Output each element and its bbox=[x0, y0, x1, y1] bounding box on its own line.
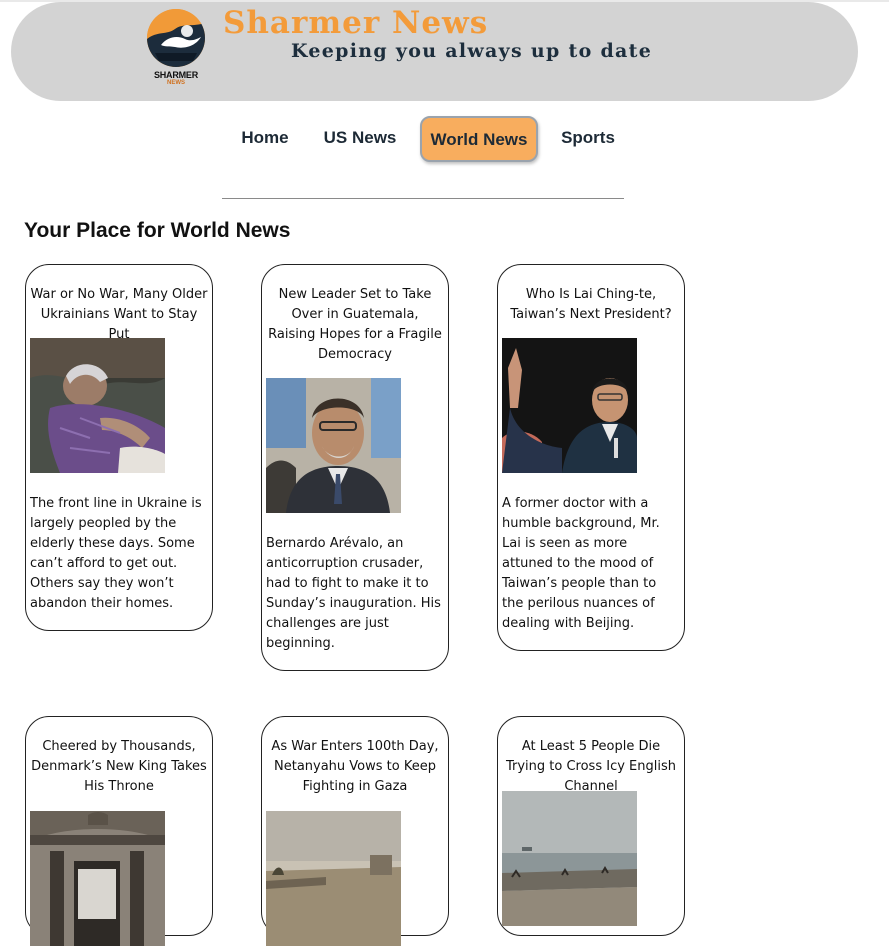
article-description: A former doctor with a humble background… bbox=[502, 496, 660, 631]
article-card[interactable]: Who Is Lai Ching-te, Taiwan’s Next Presi… bbox=[497, 264, 685, 651]
site-header: SHARMER NEWS Sharmer News Keeping you al… bbox=[11, 2, 858, 101]
section-title: Your Place for World News bbox=[24, 219, 291, 242]
article-card[interactable]: At Least 5 People Die Trying to Cross Ic… bbox=[497, 716, 685, 936]
nav-us-news-link[interactable]: US News bbox=[318, 116, 402, 158]
article-image[interactable] bbox=[30, 338, 165, 473]
article-title[interactable]: Who Is Lai Ching-te, Taiwan’s Next Presi… bbox=[502, 285, 680, 325]
lai-ching-te-waving-photo bbox=[502, 338, 637, 473]
article-card[interactable]: New Leader Set to Take Over in Guatemala… bbox=[261, 264, 449, 671]
article-title[interactable]: Cheered by Thousands, Denmark’s New King… bbox=[30, 737, 208, 797]
article-title[interactable]: New Leader Set to Take Over in Guatemala… bbox=[266, 285, 444, 365]
logo-emblem-icon bbox=[147, 9, 205, 67]
site-title: Sharmer News bbox=[223, 5, 489, 41]
article-image[interactable] bbox=[502, 338, 637, 473]
logo-subtext: NEWS bbox=[167, 80, 185, 86]
site-logo[interactable]: SHARMER NEWS bbox=[145, 9, 207, 89]
palace-balcony-photo bbox=[30, 811, 165, 946]
nav-home-link[interactable]: Home bbox=[230, 116, 300, 158]
article-description: The front line in Ukraine is largely peo… bbox=[30, 496, 202, 611]
article-title[interactable]: War or No War, Many Older Ukrainians Wan… bbox=[30, 285, 208, 345]
article-image[interactable] bbox=[266, 811, 401, 946]
gaza-skyline-photo bbox=[266, 811, 401, 946]
article-description: Bernardo Arévalo, an anticorruption crus… bbox=[266, 536, 441, 651]
site-tagline: Keeping you always up to date bbox=[291, 40, 653, 62]
elderly-woman-in-bed-photo bbox=[30, 338, 165, 473]
article-title[interactable]: As War Enters 100th Day, Netanyahu Vows … bbox=[266, 737, 444, 797]
nav-world-news-link[interactable]: World News bbox=[420, 116, 538, 162]
article-card[interactable]: Cheered by Thousands, Denmark’s New King… bbox=[25, 716, 213, 946]
article-image[interactable] bbox=[266, 378, 401, 513]
article-card[interactable]: As War Enters 100th Day, Netanyahu Vows … bbox=[261, 716, 449, 946]
article-title[interactable]: At Least 5 People Die Trying to Cross Ic… bbox=[502, 737, 680, 797]
nav-sports-link[interactable]: Sports bbox=[552, 116, 624, 158]
bernardo-arevalo-photo bbox=[266, 378, 401, 513]
logo-wordmark: SHARMER bbox=[153, 70, 199, 80]
article-image[interactable] bbox=[30, 811, 165, 946]
section-divider bbox=[222, 198, 624, 199]
article-card[interactable]: War or No War, Many Older Ukrainians Wan… bbox=[25, 264, 213, 631]
english-channel-beach-photo bbox=[502, 791, 637, 926]
article-image[interactable] bbox=[502, 791, 637, 926]
